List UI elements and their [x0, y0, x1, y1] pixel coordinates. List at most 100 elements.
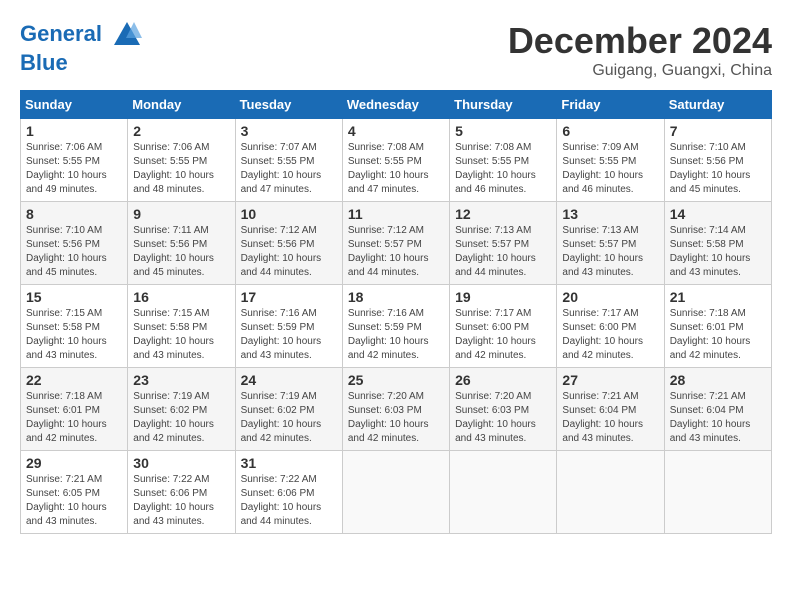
day-number: 16 [133, 289, 229, 305]
calendar: SundayMondayTuesdayWednesdayThursdayFrid… [20, 90, 772, 534]
weekday-header: Sunday [21, 91, 128, 119]
location: Guigang, Guangxi, China [508, 62, 772, 80]
calendar-day-cell: 24 Sunrise: 7:19 AM Sunset: 6:02 PM Dayli… [235, 368, 342, 451]
calendar-body: 1 Sunrise: 7:06 AM Sunset: 5:55 PM Daylig… [21, 119, 772, 534]
day-info: Sunrise: 7:07 AM Sunset: 5:55 PM Dayligh… [241, 141, 337, 197]
day-info: Sunrise: 7:14 AM Sunset: 5:58 PM Dayligh… [670, 224, 766, 280]
calendar-day-cell: 7Sunrise: 7:10 AM Sunset: 5:56 PM Daylig… [664, 119, 771, 202]
day-number: 15 [26, 289, 122, 305]
logo: General Blue [20, 20, 142, 76]
calendar-day-cell: 13Sunrise: 7:13 AM Sunset: 5:57 PM Dayli… [557, 202, 664, 285]
day-info: Sunrise: 7:06 AM Sunset: 5:55 PM Dayligh… [26, 141, 122, 197]
day-number: 31 [241, 455, 337, 471]
calendar-day-cell: 16Sunrise: 7:15 AM Sunset: 5:58 PM Dayli… [128, 285, 235, 368]
day-number: 10 [241, 206, 337, 222]
day-info: Sunrise: 7:08 AM Sunset: 5:55 PM Dayligh… [348, 141, 444, 197]
day-info: Sunrise: 7:12 AM Sunset: 5:57 PM Dayligh… [348, 224, 444, 280]
calendar-day-cell: 30 Sunrise: 7:22 AM Sunset: 6:06 PM Dayli… [128, 451, 235, 534]
day-number: 1 [26, 123, 122, 139]
day-number: 22 [26, 372, 122, 388]
day-info: Sunrise: 7:18 AM Sunset: 6:01 PM Dayligh… [26, 390, 122, 446]
calendar-day-cell: 12 Sunrise: 7:13 AM Sunset: 5:57 PM Dayli… [450, 202, 557, 285]
day-number: 19 [455, 289, 551, 305]
calendar-day-cell: 2 Sunrise: 7:06 AM Sunset: 5:55 PM Daylig… [128, 119, 235, 202]
calendar-empty-cell [342, 451, 449, 534]
calendar-day-cell: 23 Sunrise: 7:19 AM Sunset: 6:02 PM Dayli… [128, 368, 235, 451]
calendar-day-cell: 15 Sunrise: 7:15 AM Sunset: 5:58 PM Dayli… [21, 285, 128, 368]
day-number: 5 [455, 123, 551, 139]
page-header: General Blue December 2024 Guigang, Guan… [20, 20, 772, 80]
calendar-day-cell: 9 Sunrise: 7:11 AM Sunset: 5:56 PM Daylig… [128, 202, 235, 285]
day-info: Sunrise: 7:21 AM Sunset: 6:04 PM Dayligh… [562, 390, 658, 446]
day-number: 11 [348, 206, 444, 222]
day-number: 26 [455, 372, 551, 388]
day-number: 20 [562, 289, 658, 305]
calendar-day-cell: 29Sunrise: 7:21 AM Sunset: 6:05 PM Dayli… [21, 451, 128, 534]
day-number: 18 [348, 289, 444, 305]
calendar-week-row: 8 Sunrise: 7:10 AM Sunset: 5:56 PM Daylig… [21, 202, 772, 285]
logo-line2: Blue [20, 50, 142, 76]
calendar-week-row: 29Sunrise: 7:21 AM Sunset: 6:05 PM Dayli… [21, 451, 772, 534]
calendar-day-cell: 28 Sunrise: 7:21 AM Sunset: 6:04 PM Dayli… [664, 368, 771, 451]
day-number: 30 [133, 455, 229, 471]
day-info: Sunrise: 7:15 AM Sunset: 5:58 PM Dayligh… [26, 307, 122, 363]
day-info: Sunrise: 7:16 AM Sunset: 5:59 PM Dayligh… [348, 307, 444, 363]
calendar-day-cell: 4 Sunrise: 7:08 AM Sunset: 5:55 PM Daylig… [342, 119, 449, 202]
day-number: 23 [133, 372, 229, 388]
day-number: 2 [133, 123, 229, 139]
day-info: Sunrise: 7:09 AM Sunset: 5:55 PM Dayligh… [562, 141, 658, 197]
day-number: 3 [241, 123, 337, 139]
calendar-day-cell: 1 Sunrise: 7:06 AM Sunset: 5:55 PM Daylig… [21, 119, 128, 202]
calendar-header-row: SundayMondayTuesdayWednesdayThursdayFrid… [21, 91, 772, 119]
day-number: 28 [670, 372, 766, 388]
logo-text: General [20, 20, 142, 50]
day-info: Sunrise: 7:10 AM Sunset: 5:56 PM Dayligh… [26, 224, 122, 280]
day-info: Sunrise: 7:21 AM Sunset: 6:04 PM Dayligh… [670, 390, 766, 446]
day-info: Sunrise: 7:19 AM Sunset: 6:02 PM Dayligh… [133, 390, 229, 446]
day-number: 14 [670, 206, 766, 222]
day-number: 12 [455, 206, 551, 222]
weekday-header: Saturday [664, 91, 771, 119]
day-info: Sunrise: 7:19 AM Sunset: 6:02 PM Dayligh… [241, 390, 337, 446]
calendar-day-cell: 5Sunrise: 7:08 AM Sunset: 5:55 PM Daylig… [450, 119, 557, 202]
calendar-day-cell: 20Sunrise: 7:17 AM Sunset: 6:00 PM Dayli… [557, 285, 664, 368]
calendar-empty-cell [664, 451, 771, 534]
calendar-day-cell: 10Sunrise: 7:12 AM Sunset: 5:56 PM Dayli… [235, 202, 342, 285]
weekday-header: Friday [557, 91, 664, 119]
calendar-week-row: 1 Sunrise: 7:06 AM Sunset: 5:55 PM Daylig… [21, 119, 772, 202]
month-title: December 2024 [508, 20, 772, 62]
calendar-empty-cell [450, 451, 557, 534]
calendar-day-cell: 17 Sunrise: 7:16 AM Sunset: 5:59 PM Dayli… [235, 285, 342, 368]
day-info: Sunrise: 7:13 AM Sunset: 5:57 PM Dayligh… [455, 224, 551, 280]
calendar-day-cell: 19Sunrise: 7:17 AM Sunset: 6:00 PM Dayli… [450, 285, 557, 368]
calendar-day-cell: 11 Sunrise: 7:12 AM Sunset: 5:57 PM Dayli… [342, 202, 449, 285]
day-number: 8 [26, 206, 122, 222]
day-info: Sunrise: 7:11 AM Sunset: 5:56 PM Dayligh… [133, 224, 229, 280]
calendar-day-cell: 26Sunrise: 7:20 AM Sunset: 6:03 PM Dayli… [450, 368, 557, 451]
calendar-day-cell: 25 Sunrise: 7:20 AM Sunset: 6:03 PM Dayli… [342, 368, 449, 451]
day-info: Sunrise: 7:18 AM Sunset: 6:01 PM Dayligh… [670, 307, 766, 363]
day-number: 24 [241, 372, 337, 388]
day-info: Sunrise: 7:06 AM Sunset: 5:55 PM Dayligh… [133, 141, 229, 197]
day-number: 4 [348, 123, 444, 139]
calendar-day-cell: 27 Sunrise: 7:21 AM Sunset: 6:04 PM Dayli… [557, 368, 664, 451]
title-section: December 2024 Guigang, Guangxi, China [508, 20, 772, 80]
day-number: 13 [562, 206, 658, 222]
day-info: Sunrise: 7:20 AM Sunset: 6:03 PM Dayligh… [348, 390, 444, 446]
day-number: 7 [670, 123, 766, 139]
calendar-day-cell: 22 Sunrise: 7:18 AM Sunset: 6:01 PM Dayli… [21, 368, 128, 451]
day-info: Sunrise: 7:22 AM Sunset: 6:06 PM Dayligh… [133, 473, 229, 529]
weekday-header: Tuesday [235, 91, 342, 119]
day-info: Sunrise: 7:16 AM Sunset: 5:59 PM Dayligh… [241, 307, 337, 363]
calendar-day-cell: 21Sunrise: 7:18 AM Sunset: 6:01 PM Dayli… [664, 285, 771, 368]
day-number: 27 [562, 372, 658, 388]
day-number: 9 [133, 206, 229, 222]
calendar-day-cell: 6 Sunrise: 7:09 AM Sunset: 5:55 PM Daylig… [557, 119, 664, 202]
day-number: 17 [241, 289, 337, 305]
weekday-header: Monday [128, 91, 235, 119]
calendar-day-cell: 31Sunrise: 7:22 AM Sunset: 6:06 PM Dayli… [235, 451, 342, 534]
day-number: 25 [348, 372, 444, 388]
day-number: 6 [562, 123, 658, 139]
calendar-day-cell: 8 Sunrise: 7:10 AM Sunset: 5:56 PM Daylig… [21, 202, 128, 285]
calendar-day-cell: 3 Sunrise: 7:07 AM Sunset: 5:55 PM Daylig… [235, 119, 342, 202]
